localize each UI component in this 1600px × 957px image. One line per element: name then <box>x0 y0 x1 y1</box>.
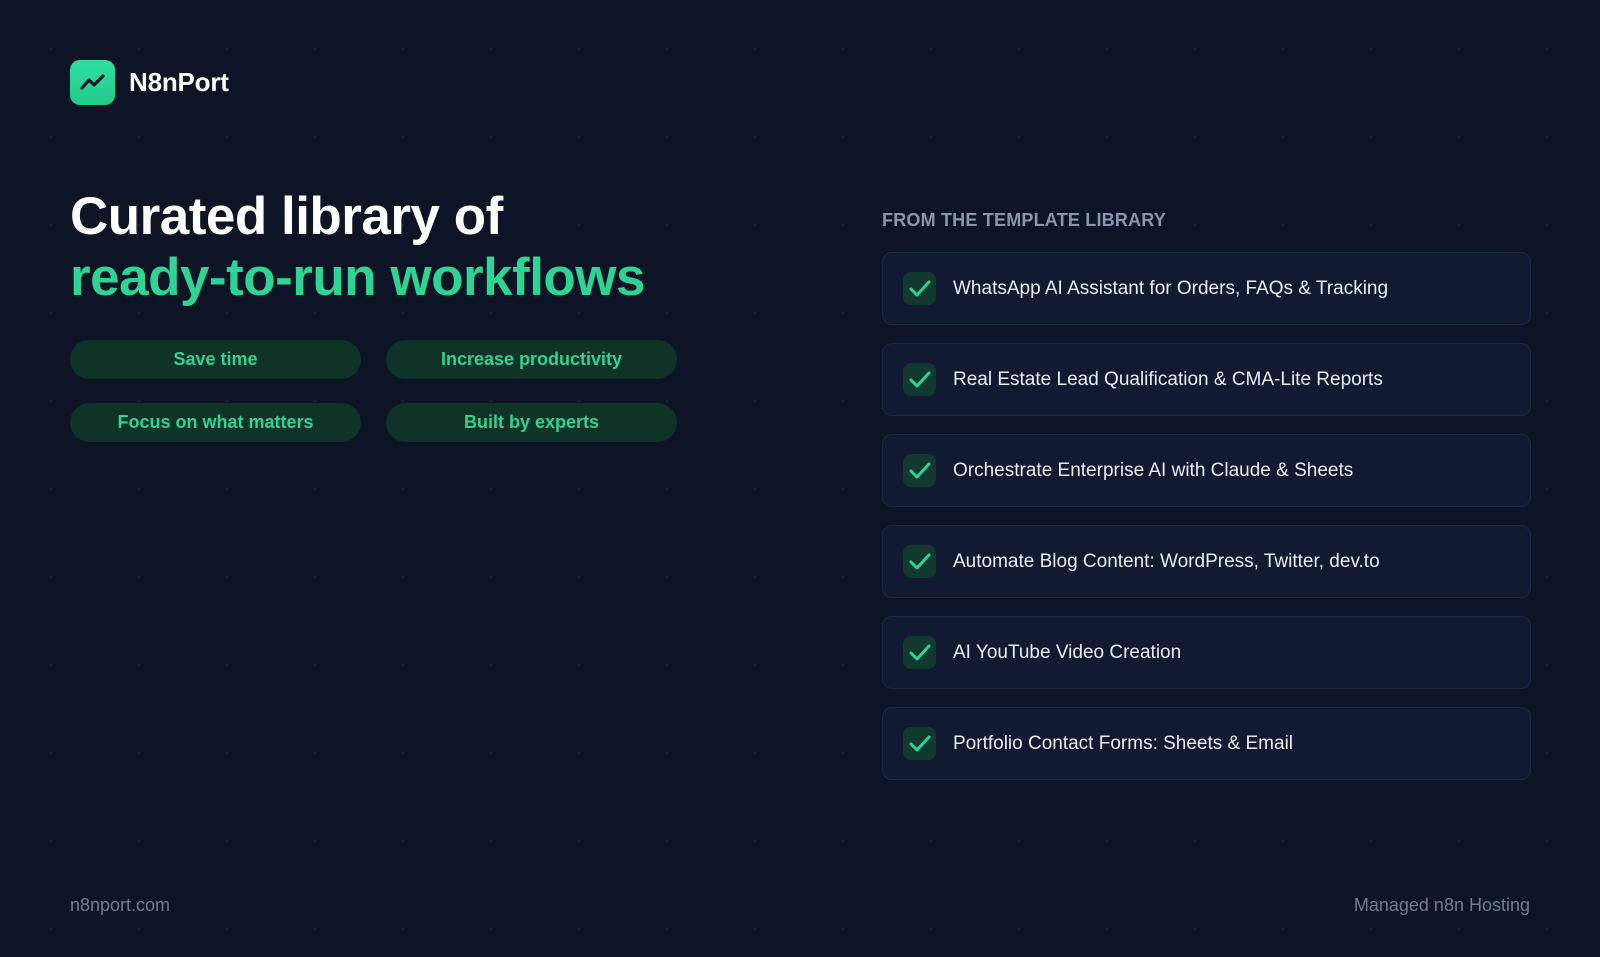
benefit-pills: Save time Increase productivity Focus on… <box>70 340 677 442</box>
hero-title-line-1: Curated library of <box>70 187 503 246</box>
template-item-label: AI YouTube Video Creation <box>953 641 1182 663</box>
template-item: Real Estate Lead Qualification & CMA-Lit… <box>882 343 1531 416</box>
benefit-pill-focus: Focus on what matters <box>70 403 361 442</box>
template-item: Automate Blog Content: WordPress, Twitte… <box>882 525 1531 598</box>
template-item-label: Automate Blog Content: WordPress, Twitte… <box>953 550 1380 572</box>
footer-tagline: Managed n8n Hosting <box>1353 895 1530 915</box>
template-item-label: WhatsApp AI Assistant for Orders, FAQs &… <box>953 277 1389 299</box>
hero-title-line-2: ready-to-run workflows <box>70 248 646 307</box>
template-item: Orchestrate Enterprise AI with Claude & … <box>882 434 1531 507</box>
benefit-pill-save-time: Save time <box>70 340 361 379</box>
check-icon <box>903 636 936 669</box>
benefit-pill-built-by-experts: Built by experts <box>386 403 677 442</box>
hero-title: Curated library of ready-to-run workflow… <box>70 186 646 308</box>
library-heading: FROM THE TEMPLATE LIBRARY <box>882 210 1166 230</box>
check-icon <box>903 454 936 487</box>
template-item: AI YouTube Video Creation <box>882 616 1531 689</box>
template-item: WhatsApp AI Assistant for Orders, FAQs &… <box>882 252 1531 325</box>
template-list: WhatsApp AI Assistant for Orders, FAQs &… <box>882 252 1531 798</box>
brand-name: N8nPort <box>129 67 229 97</box>
template-item-label: Real Estate Lead Qualification & CMA-Lit… <box>953 368 1383 390</box>
footer-website: n8nport.com <box>70 895 171 915</box>
brand-logo: N8nPort <box>70 60 229 105</box>
benefit-pill-increase-productivity: Increase productivity <box>386 340 677 379</box>
trend-up-icon <box>70 60 115 105</box>
template-item-label: Portfolio Contact Forms: Sheets & Email <box>953 732 1294 754</box>
check-icon <box>903 727 936 760</box>
check-icon <box>903 363 936 396</box>
template-item-label: Orchestrate Enterprise AI with Claude & … <box>953 459 1354 481</box>
check-icon <box>903 545 936 578</box>
template-item: Portfolio Contact Forms: Sheets & Email <box>882 707 1531 780</box>
check-icon <box>903 272 936 305</box>
